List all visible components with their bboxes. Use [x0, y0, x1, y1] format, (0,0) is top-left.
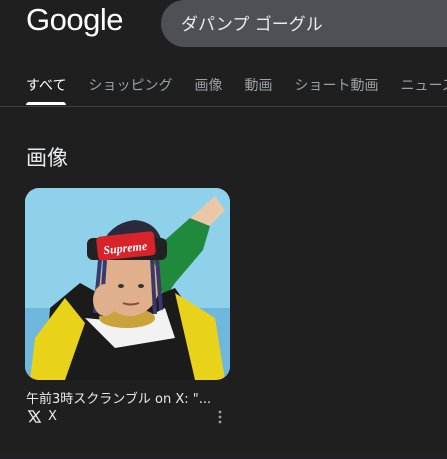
search-results-page: Google ダパンプ ゴーグル すべて ショッピング 画像 動画 ショート動画… [0, 0, 447, 459]
tabs-divider [0, 106, 447, 107]
tab-images[interactable]: 画像 [194, 74, 222, 105]
tab-label: すべて [26, 78, 67, 94]
tab-videos[interactable]: 動画 [244, 74, 272, 105]
tab-label: 画像 [194, 78, 223, 94]
more-options-icon[interactable] [215, 409, 225, 425]
x-logo-icon [27, 410, 42, 423]
tab-shopping[interactable]: ショッピング [88, 74, 172, 105]
tab-label: ショッピング [88, 78, 173, 94]
tab-label: ニュース [400, 78, 447, 94]
tab-all[interactable]: すべて [26, 74, 67, 105]
thumbnail-illustration: Supreme [25, 188, 230, 380]
tab-label: 動画 [244, 78, 273, 94]
search-input[interactable]: ダパンプ ゴーグル [181, 10, 323, 35]
tab-label: ショート動画 [294, 78, 379, 94]
bottom-edge [0, 452, 447, 459]
images-section-title: 画像 [26, 146, 68, 170]
image-thumbnail[interactable]: Supreme [25, 188, 230, 380]
image-result-card[interactable]: Supreme 午前3時スクランブル on X: "... X [25, 188, 230, 428]
source-name: X [48, 409, 57, 424]
tab-short-videos[interactable]: ショート動画 [294, 74, 378, 105]
active-tab-indicator [26, 102, 67, 105]
google-logo[interactable]: Google [26, 2, 123, 38]
image-result-source[interactable]: X [27, 409, 57, 424]
image-result-title[interactable]: 午前3時スクランブル on X: "... [26, 388, 231, 407]
search-box[interactable]: ダパンプ ゴーグル [161, 0, 447, 47]
tab-news[interactable]: ニュース [400, 74, 447, 105]
search-tabs: すべて ショッピング 画像 動画 ショート動画 ニュース [26, 74, 447, 108]
